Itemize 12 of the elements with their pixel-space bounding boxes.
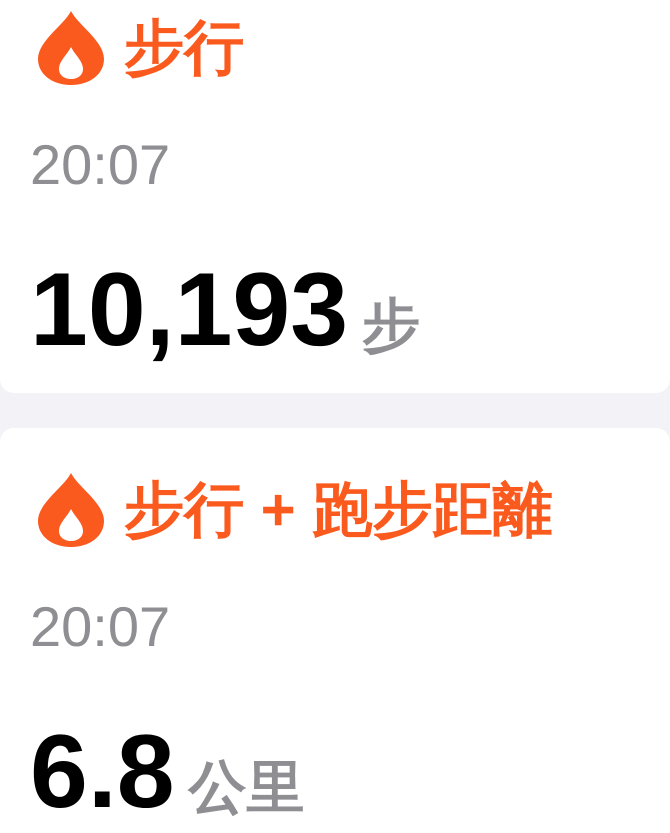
metric-value: 6.8: [30, 713, 175, 832]
metric-unit: 公里: [188, 754, 305, 822]
metric-unit: 步: [362, 292, 420, 360]
card-title: 步行 + 跑步距離: [124, 475, 552, 545]
timestamp: 20:07: [30, 132, 172, 198]
timestamp: 20:07: [30, 594, 172, 660]
flame-icon: [38, 11, 104, 85]
summary-card[interactable]: 步行 20:07 10,193 步: [0, 0, 670, 393]
metric-value: 10,193: [30, 251, 348, 370]
flame-icon: [38, 473, 104, 547]
card-title: 步行: [124, 13, 244, 83]
summary-card[interactable]: 步行 + 跑步距離 20:07 6.8 公里: [0, 428, 670, 833]
